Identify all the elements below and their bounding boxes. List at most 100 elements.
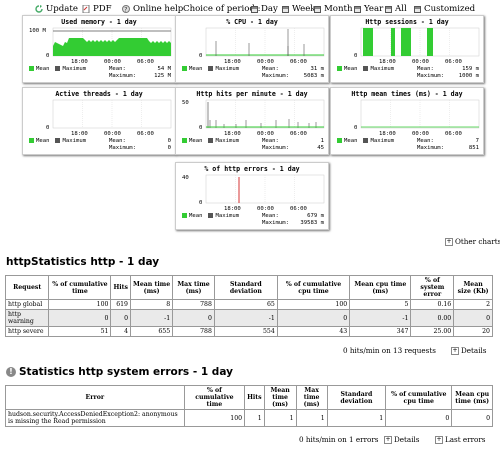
column-header[interactable]: % of system error bbox=[410, 275, 455, 300]
pdf-link[interactable]: PDF bbox=[82, 4, 112, 14]
column-header[interactable]: Mean time (ms) bbox=[263, 385, 297, 410]
cell-value: -1 bbox=[213, 309, 278, 327]
column-header[interactable]: % of cumulative time bbox=[183, 385, 246, 410]
last-errors-link[interactable]: + Last errors bbox=[435, 435, 486, 444]
row-label[interactable]: http severe bbox=[4, 326, 50, 337]
column-header[interactable]: Hits bbox=[110, 275, 131, 300]
x-tick-label: 00:00 bbox=[412, 59, 429, 65]
mean-value: 159 m bbox=[462, 66, 479, 72]
expand-icon: + bbox=[451, 347, 459, 355]
column-header[interactable]: Standard deviation bbox=[326, 385, 387, 410]
cell-value: 0 bbox=[451, 409, 493, 427]
column-header[interactable]: Mean time (ms) bbox=[129, 275, 174, 300]
expand-icon: + bbox=[445, 238, 453, 246]
table-row[interactable]: http severe 51 4 655 788 554 43 347 25.00 20 bbox=[4, 326, 493, 337]
cell-value: 655 bbox=[129, 326, 174, 337]
mean-swatch bbox=[182, 213, 187, 218]
x-tick-label: 06:00 bbox=[290, 59, 307, 65]
max-swatch bbox=[208, 66, 214, 71]
legend-max-label: Maximum bbox=[62, 138, 87, 144]
column-header[interactable]: % of cumulative time bbox=[48, 275, 112, 300]
cell-value: 1 bbox=[244, 409, 265, 427]
y-max-label: 50 bbox=[182, 100, 189, 106]
legend-max-label: Maximum bbox=[370, 66, 395, 72]
chart-legend: Mean Maximum Mean: 679 m Maximum: 39583 m bbox=[182, 213, 324, 227]
mean-swatch bbox=[337, 66, 342, 71]
column-header[interactable]: Error bbox=[5, 385, 185, 410]
cell-value: 65 bbox=[213, 299, 278, 310]
period-year[interactable]: Year bbox=[354, 4, 383, 14]
session-bar bbox=[391, 28, 395, 56]
max-key: Maximum: bbox=[262, 73, 289, 79]
y-min-label: 0 bbox=[199, 53, 202, 59]
calendar-icon bbox=[282, 5, 289, 13]
cell-value: 100 bbox=[183, 409, 246, 427]
chart-sessions[interactable]: Http sessions - 1 day 18:00 00:00 06:00 0 Mea… bbox=[330, 15, 484, 83]
column-header[interactable]: Max time (ms) bbox=[172, 275, 215, 300]
chart-empty[interactable]: Active threads - 1 day 18:00 00:00 06:00 0 Me… bbox=[22, 87, 176, 155]
max-value: 125 M bbox=[154, 73, 171, 79]
cell-value: 1 bbox=[295, 409, 328, 427]
chart-plot: 18:00 00:00 06:00 100 M 0 bbox=[29, 27, 172, 65]
chart-plot: 18:00 00:00 06:00 0 bbox=[46, 99, 172, 137]
row-label[interactable]: http warning bbox=[4, 309, 50, 327]
chart-times[interactable]: Http mean times (ms) - 1 day 18:00 00:00 06… bbox=[330, 87, 484, 155]
column-header[interactable]: % of cumulative cpu time bbox=[276, 275, 351, 300]
cell-value: 100 bbox=[48, 299, 112, 310]
row-label[interactable]: hudson.security.AccessDeniedException2: … bbox=[5, 409, 185, 427]
column-header[interactable]: Max time (ms) bbox=[295, 385, 328, 410]
row-label[interactable]: http global bbox=[4, 299, 50, 310]
x-tick-label: 18:00 bbox=[71, 59, 88, 65]
max-key: Maximum: bbox=[109, 73, 136, 79]
calendar-icon bbox=[414, 5, 421, 13]
chart-legend: Mean Maximum Mean: 0 Maximum: 0 bbox=[29, 138, 171, 152]
online-help-label: Online help bbox=[133, 4, 184, 14]
mean-swatch bbox=[337, 138, 342, 143]
period-week[interactable]: Week bbox=[282, 4, 316, 14]
sys-errors-details-link[interactable]: + Details bbox=[384, 435, 419, 444]
chart-plot: 18:00 00:00 06:00 0 bbox=[199, 27, 325, 65]
column-header[interactable]: Hits bbox=[244, 385, 265, 410]
chart-memory[interactable]: Used memory - 1 day 18:00 00:00 06:00 100 M0… bbox=[22, 15, 176, 83]
expand-icon: + bbox=[435, 436, 443, 444]
table-row[interactable]: hudson.security.AccessDeniedException2: … bbox=[5, 409, 493, 427]
cell-value: 51 bbox=[48, 326, 112, 337]
x-tick-label: 00:00 bbox=[104, 131, 121, 137]
period-month[interactable]: Month bbox=[314, 4, 353, 14]
y-min-label: 0 bbox=[199, 200, 202, 206]
x-tick-label: 00:00 bbox=[412, 131, 429, 137]
chart-hits[interactable]: Http hits per minute - 1 day 18:00 00:00 06… bbox=[175, 87, 329, 155]
update-link[interactable]: Update bbox=[35, 4, 78, 14]
other-charts-link[interactable]: + Other charts bbox=[445, 237, 500, 246]
column-header[interactable]: Mean cpu time (ms) bbox=[349, 275, 412, 300]
mean-swatch bbox=[29, 66, 34, 71]
y-max-label: 100 M bbox=[29, 28, 46, 34]
chart-errors[interactable]: % of http errors - 1 day 18:00 00:00 06:00 4… bbox=[175, 162, 329, 230]
mean-key: Mean: bbox=[262, 213, 279, 219]
session-bar bbox=[401, 28, 411, 56]
chart-cpu[interactable]: % CPU - 1 day 18:00 00:00 06:00 0 Mean Maximum… bbox=[175, 15, 329, 83]
online-help-link[interactable]: ? Online help bbox=[122, 4, 183, 14]
mean-value: 0 bbox=[167, 138, 171, 144]
max-key: Maximum: bbox=[262, 145, 289, 151]
cell-value: 5 bbox=[349, 299, 412, 310]
legend-max-label: Maximum bbox=[215, 213, 240, 219]
max-swatch bbox=[363, 138, 369, 143]
table-row[interactable]: http warning 0 0 -1 0 -1 0 -1 0.00 0 bbox=[4, 309, 493, 327]
mean-key: Mean: bbox=[262, 138, 279, 144]
column-header[interactable]: Mean size (Kb) bbox=[453, 275, 493, 300]
table-row[interactable]: http global 100 619 8 788 65 100 5 0.16 2 bbox=[4, 299, 493, 310]
http-stats-details-link[interactable]: + Details bbox=[451, 346, 486, 355]
max-swatch bbox=[208, 138, 214, 143]
session-bar bbox=[427, 28, 433, 56]
period-customized[interactable]: Customized bbox=[414, 4, 475, 14]
pdf-icon bbox=[82, 4, 90, 14]
period-day[interactable]: Day bbox=[251, 4, 278, 14]
cell-value: 0 bbox=[48, 309, 112, 327]
x-tick-label: 18:00 bbox=[379, 131, 396, 137]
column-header[interactable]: % of cumulative cpu time bbox=[385, 385, 453, 410]
column-header[interactable]: Standard deviation bbox=[213, 275, 278, 300]
column-header[interactable]: Mean cpu time (ms) bbox=[451, 385, 493, 410]
period-all[interactable]: All bbox=[385, 4, 407, 14]
column-header[interactable]: Request bbox=[4, 275, 50, 300]
